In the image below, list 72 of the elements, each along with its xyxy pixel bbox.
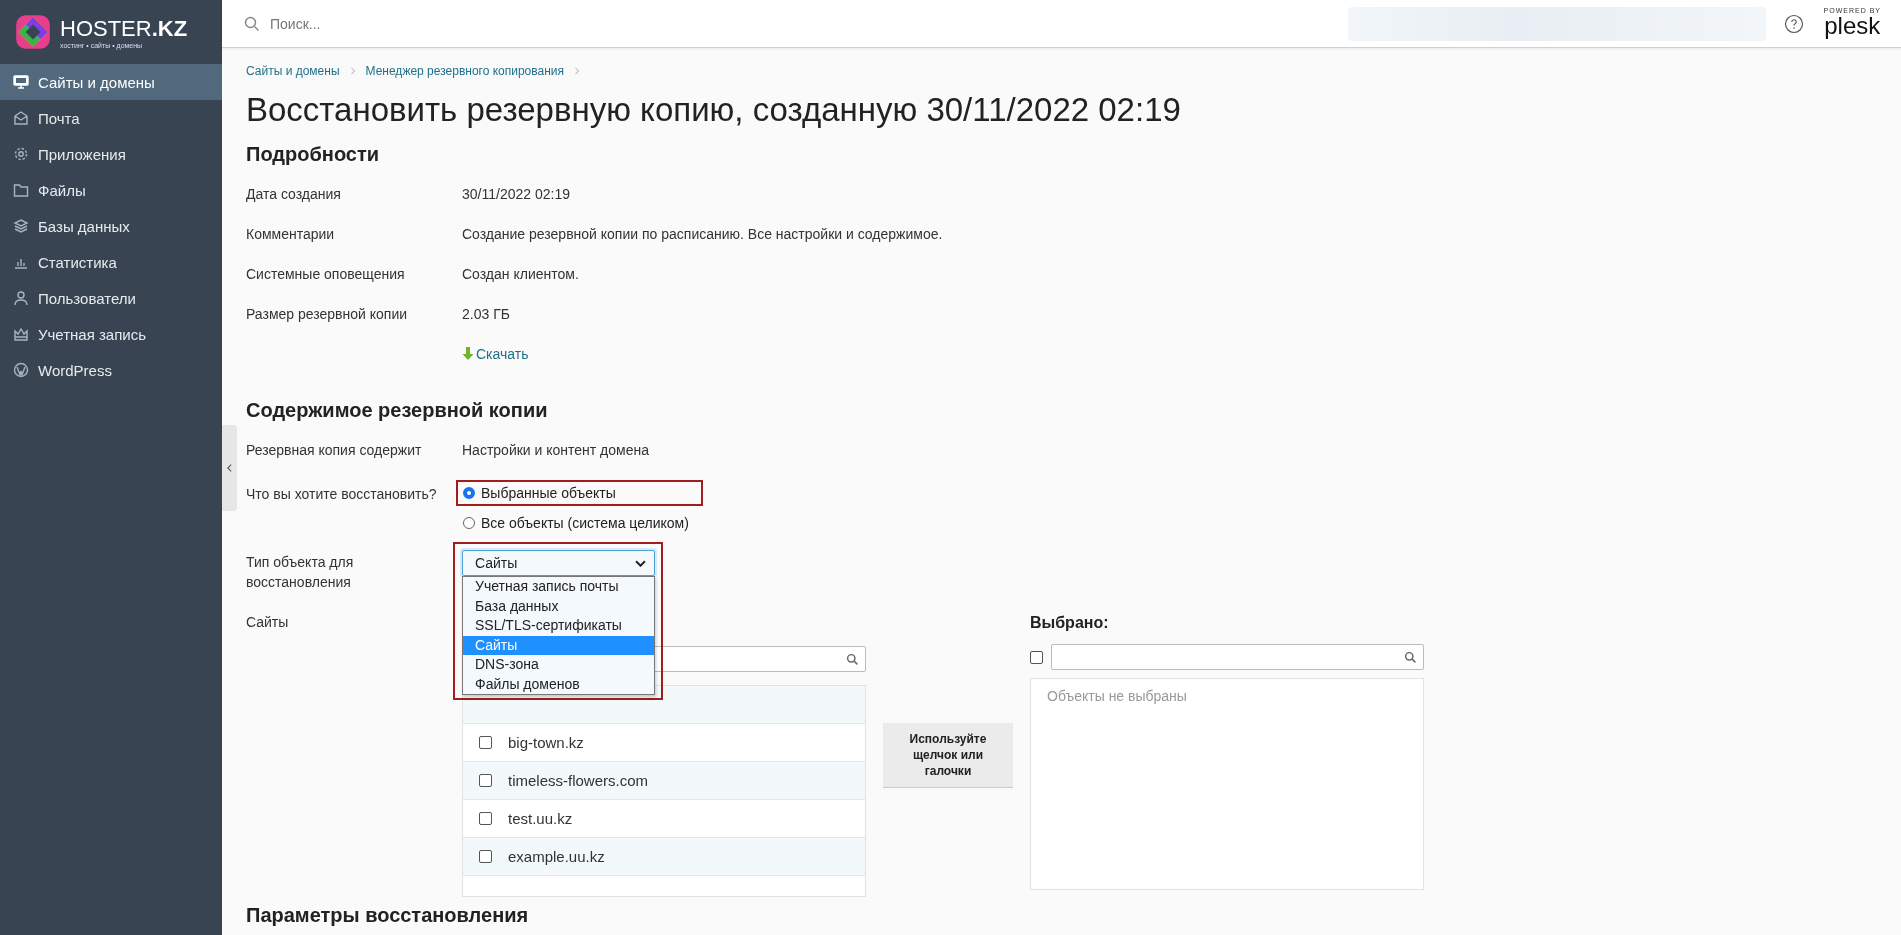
help-icon[interactable] (1783, 13, 1804, 34)
monitor-icon (13, 74, 29, 90)
checkbox[interactable] (479, 736, 492, 749)
radio-button[interactable] (463, 487, 475, 499)
field-value: Создан клиентом. (462, 266, 579, 282)
search-icon (1404, 650, 1417, 664)
section-heading: Параметры восстановления (246, 903, 530, 928)
caret-icon (635, 559, 646, 567)
user-icon (13, 290, 29, 306)
checkbox[interactable] (479, 774, 492, 787)
sidebar-item[interactable]: Базы данных (0, 208, 222, 244)
site-name[interactable]: example.uu.kz (508, 848, 605, 865)
site-name[interactable]: test.uu.kz (508, 810, 573, 827)
field-value: Настройки и контент домена (462, 442, 649, 458)
field-label: Сайты (246, 613, 290, 630)
field-label: Системные оповещения (246, 266, 406, 282)
site-name[interactable]: timeless-flowers.com (508, 772, 649, 789)
dropdown-option[interactable]: DNS-зона (463, 655, 654, 675)
field-label: Что вы хотите восстановить? (246, 485, 438, 502)
mail-icon (13, 110, 29, 126)
field-label: Комментарии (246, 226, 336, 242)
sidebar-item[interactable]: Сайты и домены (0, 64, 222, 100)
field-label: Дата создания (246, 186, 342, 202)
download-arrow-icon (462, 347, 474, 361)
site-name[interactable]: big-town.kz (508, 734, 584, 751)
wordpress-icon (13, 362, 29, 378)
logo-name: HOSTER.KZ (60, 15, 188, 42)
search-icon (846, 652, 859, 666)
chevron-left-icon (226, 463, 233, 473)
field-label: Тип объекта для восстановления (246, 553, 355, 592)
sidebar-item[interactable]: Пользователи (0, 280, 222, 316)
empty-message: Объекты не выбраны (1047, 688, 1187, 704)
breadcrumb-link[interactable]: Сайты и домены (246, 64, 340, 78)
download-link[interactable]: Скачать (462, 346, 529, 362)
field-value: 30/11/2022 02:19 (462, 186, 570, 202)
select-all-checkbox[interactable] (1030, 650, 1043, 664)
page-title: Восстановить резервную копию, созданную 30/11/2022 02:19 (246, 90, 1182, 130)
sidebar-item[interactable]: Приложения (0, 136, 222, 172)
breadcrumb-link[interactable]: Менеджер резервного копирования (365, 64, 565, 78)
field-label: Резервная копия содержит (246, 442, 423, 458)
field-value: 2.03 ГБ (462, 306, 510, 322)
field-label: Размер резервной копии (246, 306, 409, 322)
chevron-right-icon (349, 66, 356, 76)
sidebar-item[interactable]: Файлы (0, 172, 222, 208)
sidebar-item[interactable]: Статистика (0, 244, 222, 280)
sidebar-item[interactable]: Почта (0, 100, 222, 136)
list-search-field[interactable] (1051, 644, 1424, 670)
folder-icon (13, 182, 29, 198)
sidebar-item[interactable]: WordPress (0, 352, 222, 388)
section-heading: Содержимое резервной копии (246, 398, 549, 423)
gear-icon (13, 146, 29, 162)
radio-option[interactable]: Все объекты (система целиком) (463, 515, 689, 531)
selected-heading: Выбрано: (1030, 613, 1110, 633)
layers-icon (13, 218, 29, 234)
hint-button[interactable]: Используйте щелчок или галочки (883, 723, 1013, 788)
search-icon (244, 15, 260, 32)
sidebar-item[interactable]: Учетная запись (0, 316, 222, 352)
dropdown-option[interactable]: SSL/TLS-сертификаты (463, 616, 654, 636)
dropdown-option[interactable]: База данных (463, 596, 654, 616)
radio-button[interactable] (463, 517, 475, 529)
dropdown-option[interactable]: Файлы доменов (463, 674, 654, 694)
section-heading: Подробности (246, 142, 381, 167)
crown-icon (13, 326, 29, 342)
collapse-handle[interactable] (222, 425, 237, 511)
search-field[interactable]: Поиск... (268, 14, 572, 33)
object-type-dropdown[interactable]: Сайты (462, 550, 655, 576)
chevron-right-icon (574, 66, 581, 76)
dropdown-option[interactable]: Учетная запись почты (463, 577, 654, 597)
plesk-logo: plesk (1823, 14, 1881, 40)
checkbox[interactable] (479, 812, 492, 825)
checkbox[interactable] (479, 850, 492, 863)
field-value: Создание резервной копии по расписанию. Все настройки и содержимое. (462, 226, 943, 242)
